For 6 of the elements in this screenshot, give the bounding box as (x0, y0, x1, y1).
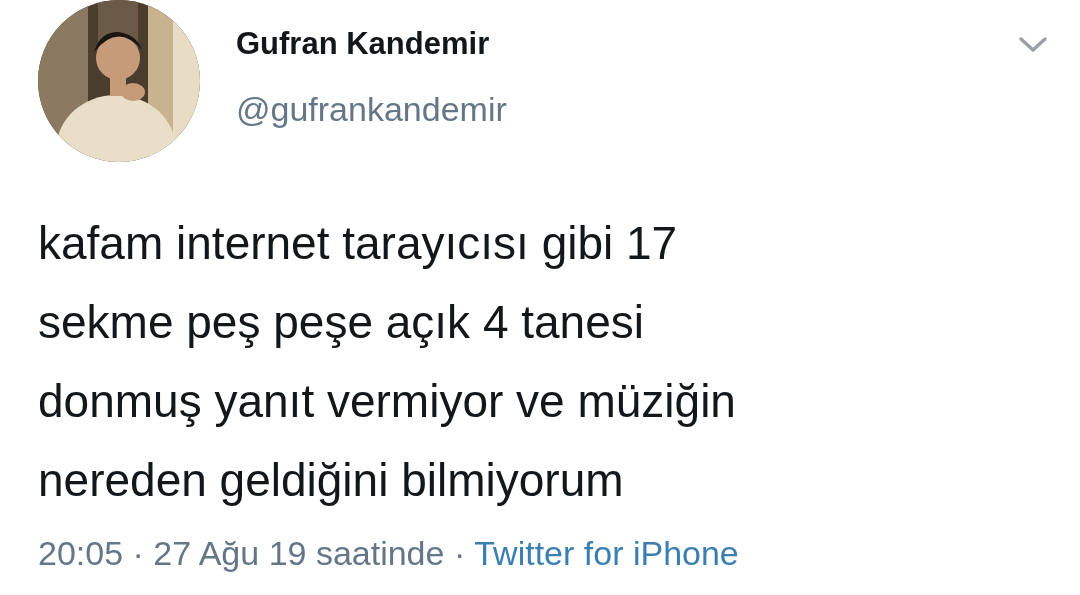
tweet-timestamp: 20:05 · 27 Ağu 19 saatinde · (38, 534, 466, 573)
chevron-down-icon[interactable] (1018, 36, 1048, 54)
user-handle[interactable]: @gufrankandemir (236, 90, 507, 129)
user-name[interactable]: Gufran Kandemir (236, 26, 507, 62)
source-link[interactable]: Twitter for iPhone (474, 534, 739, 573)
tweet-text: kafam internet tarayıcısı gibi 17 sekme peş peşe açık 4 tanesi donmuş yanıt vermiyor ve müziğin nereden geldiğini bilmiyorum (38, 216, 737, 508)
